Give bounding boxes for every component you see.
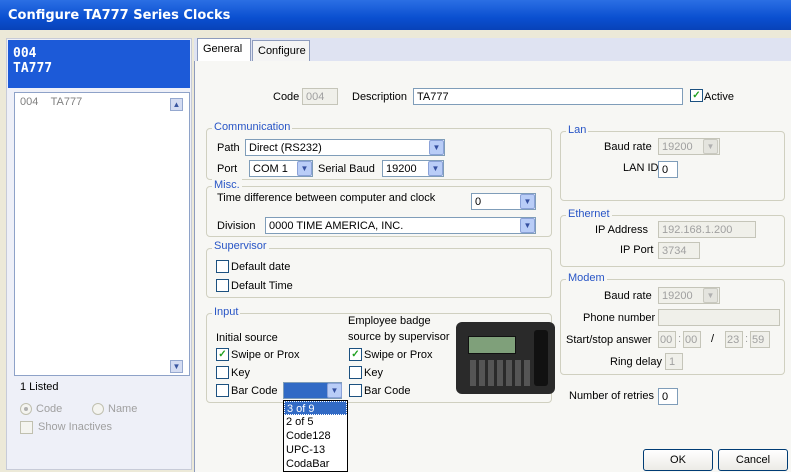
division-select[interactable]: 0000 TIME AMERICA, INC. — [265, 217, 536, 234]
code-field[interactable]: 004 — [302, 88, 338, 105]
description-label: Description — [352, 91, 408, 103]
ring-delay-label: Ring delay — [610, 356, 662, 368]
start-minute-field[interactable]: 00 — [683, 331, 701, 348]
supervisor-barcode-checkbox[interactable] — [349, 384, 362, 397]
chevron-down-icon[interactable]: ▼ — [429, 140, 444, 155]
dropdown-option[interactable]: UPC-13 — [284, 443, 347, 457]
lan-legend: Lan — [566, 124, 589, 136]
list-item-code: 004 — [20, 96, 39, 108]
communication-legend: Communication — [212, 121, 293, 133]
chevron-down-icon[interactable]: ▼ — [520, 218, 535, 233]
default-time-label: Default Time — [231, 280, 293, 292]
initial-swipe-checkbox[interactable]: ✓ — [216, 348, 229, 361]
initial-key-label: Key — [231, 367, 250, 379]
time-separator: : — [678, 333, 682, 345]
serial-baud-label: Serial Baud — [318, 163, 375, 175]
initial-barcode-checkbox[interactable] — [216, 384, 229, 397]
modem-baud-label: Baud rate — [604, 290, 652, 302]
supervisor-barcode-label: Bar Code — [364, 385, 411, 397]
dropdown-option[interactable]: 2 of 5 — [284, 415, 347, 429]
path-select[interactable]: Direct (RS232) — [245, 139, 445, 156]
initial-swipe-label: Swipe or Prox — [231, 349, 300, 361]
phone-number-label: Phone number — [583, 312, 656, 324]
supervisor-swipe-label: Swipe or Prox — [364, 349, 433, 361]
initial-barcode-label: Bar Code — [231, 385, 278, 397]
supervisor-key-label: Key — [364, 367, 383, 379]
selected-clock-header: 004 TA777 — [8, 40, 190, 88]
source-by-supervisor-label: source by supervisor — [348, 331, 450, 343]
cancel-button[interactable]: Cancel — [718, 449, 788, 471]
clock-listbox[interactable] — [14, 92, 190, 376]
ring-delay-field[interactable]: 1 — [665, 353, 683, 370]
window-title: Configure TA777 Series Clocks — [0, 0, 791, 30]
time-clock-device-image — [456, 322, 555, 394]
initial-key-checkbox[interactable] — [216, 366, 229, 379]
ip-address-label: IP Address — [595, 224, 648, 236]
list-item[interactable]: 004 TA777 — [20, 96, 82, 108]
ip-port-field[interactable]: 3734 — [658, 242, 700, 259]
lan-id-label: LAN ID — [623, 162, 659, 174]
supervisor-swipe-checkbox[interactable]: ✓ — [349, 348, 362, 361]
input-legend: Input — [212, 306, 241, 318]
lan-id-field[interactable]: 0 — [658, 161, 678, 178]
retries-label: Number of retries — [569, 390, 654, 402]
dropdown-option[interactable]: 3 of 9 — [284, 401, 347, 415]
chevron-down-icon[interactable]: ▼ — [703, 139, 718, 154]
sort-name-radio — [92, 403, 104, 415]
active-checkbox[interactable]: ✓ — [690, 89, 703, 102]
scroll-up-icon[interactable]: ▲ — [170, 98, 183, 111]
barcode-type-dropdown: 3 of 9 2 of 5 Code128 UPC-13 CodaBar — [283, 400, 348, 472]
time-difference-label: Time difference between computer and clo… — [217, 192, 436, 204]
default-time-checkbox[interactable] — [216, 279, 229, 292]
start-hour-field[interactable]: 00 — [658, 331, 676, 348]
chevron-down-icon[interactable]: ▼ — [703, 288, 718, 303]
ok-button[interactable]: OK — [643, 449, 713, 471]
stop-hour-field[interactable]: 23 — [725, 331, 743, 348]
initial-source-label: Initial source — [216, 332, 278, 344]
scroll-down-icon[interactable]: ▼ — [170, 360, 183, 373]
chevron-down-icon[interactable]: ▼ — [520, 194, 535, 209]
sort-code-radio — [20, 403, 32, 415]
misc-legend: Misc. — [212, 179, 242, 191]
employee-badge-label: Employee badge — [348, 315, 431, 327]
selected-clock-name: TA777 — [13, 61, 53, 76]
ethernet-legend: Ethernet — [566, 208, 612, 220]
description-field[interactable]: TA777 — [413, 88, 683, 105]
default-date-checkbox[interactable] — [216, 260, 229, 273]
phone-number-field[interactable] — [658, 309, 780, 326]
dropdown-option[interactable]: Code128 — [284, 429, 347, 443]
supervisor-key-checkbox[interactable] — [349, 366, 362, 379]
port-label: Port — [217, 163, 238, 175]
path-label: Path — [217, 142, 240, 154]
default-date-label: Default date — [231, 261, 291, 273]
chevron-down-icon[interactable]: ▼ — [297, 161, 312, 176]
division-label: Division — [217, 220, 256, 232]
supervisor-legend: Supervisor — [212, 240, 269, 252]
chevron-down-icon[interactable]: ▼ — [428, 161, 443, 176]
show-inactives-label: Show Inactives — [38, 421, 112, 433]
time-separator: : — [745, 333, 749, 345]
stop-minute-field[interactable]: 59 — [750, 331, 770, 348]
active-label: Active — [704, 91, 734, 103]
chevron-down-icon[interactable]: ▼ — [327, 383, 342, 398]
tab-configure[interactable]: Configure — [252, 40, 310, 62]
sort-name-label: Name — [108, 403, 138, 415]
start-stop-separator: / — [711, 333, 715, 345]
list-item-name: TA777 — [50, 96, 83, 108]
tab-general[interactable]: General — [197, 38, 251, 62]
listed-count: 1 Listed — [20, 381, 59, 393]
selected-clock-code: 004 — [13, 46, 37, 61]
modem-legend: Modem — [566, 272, 607, 284]
dropdown-option[interactable]: CodaBar — [284, 457, 347, 471]
lan-baud-label: Baud rate — [604, 141, 652, 153]
retries-field[interactable]: 0 — [658, 388, 678, 405]
sort-code-label: Code — [36, 403, 63, 415]
start-stop-answer-label: Start/stop answer — [566, 334, 652, 346]
code-label: Code — [273, 91, 300, 103]
show-inactives-checkbox — [20, 421, 33, 434]
ip-port-label: IP Port — [620, 244, 654, 256]
ip-address-field[interactable]: 192.168.1.200 — [658, 221, 756, 238]
